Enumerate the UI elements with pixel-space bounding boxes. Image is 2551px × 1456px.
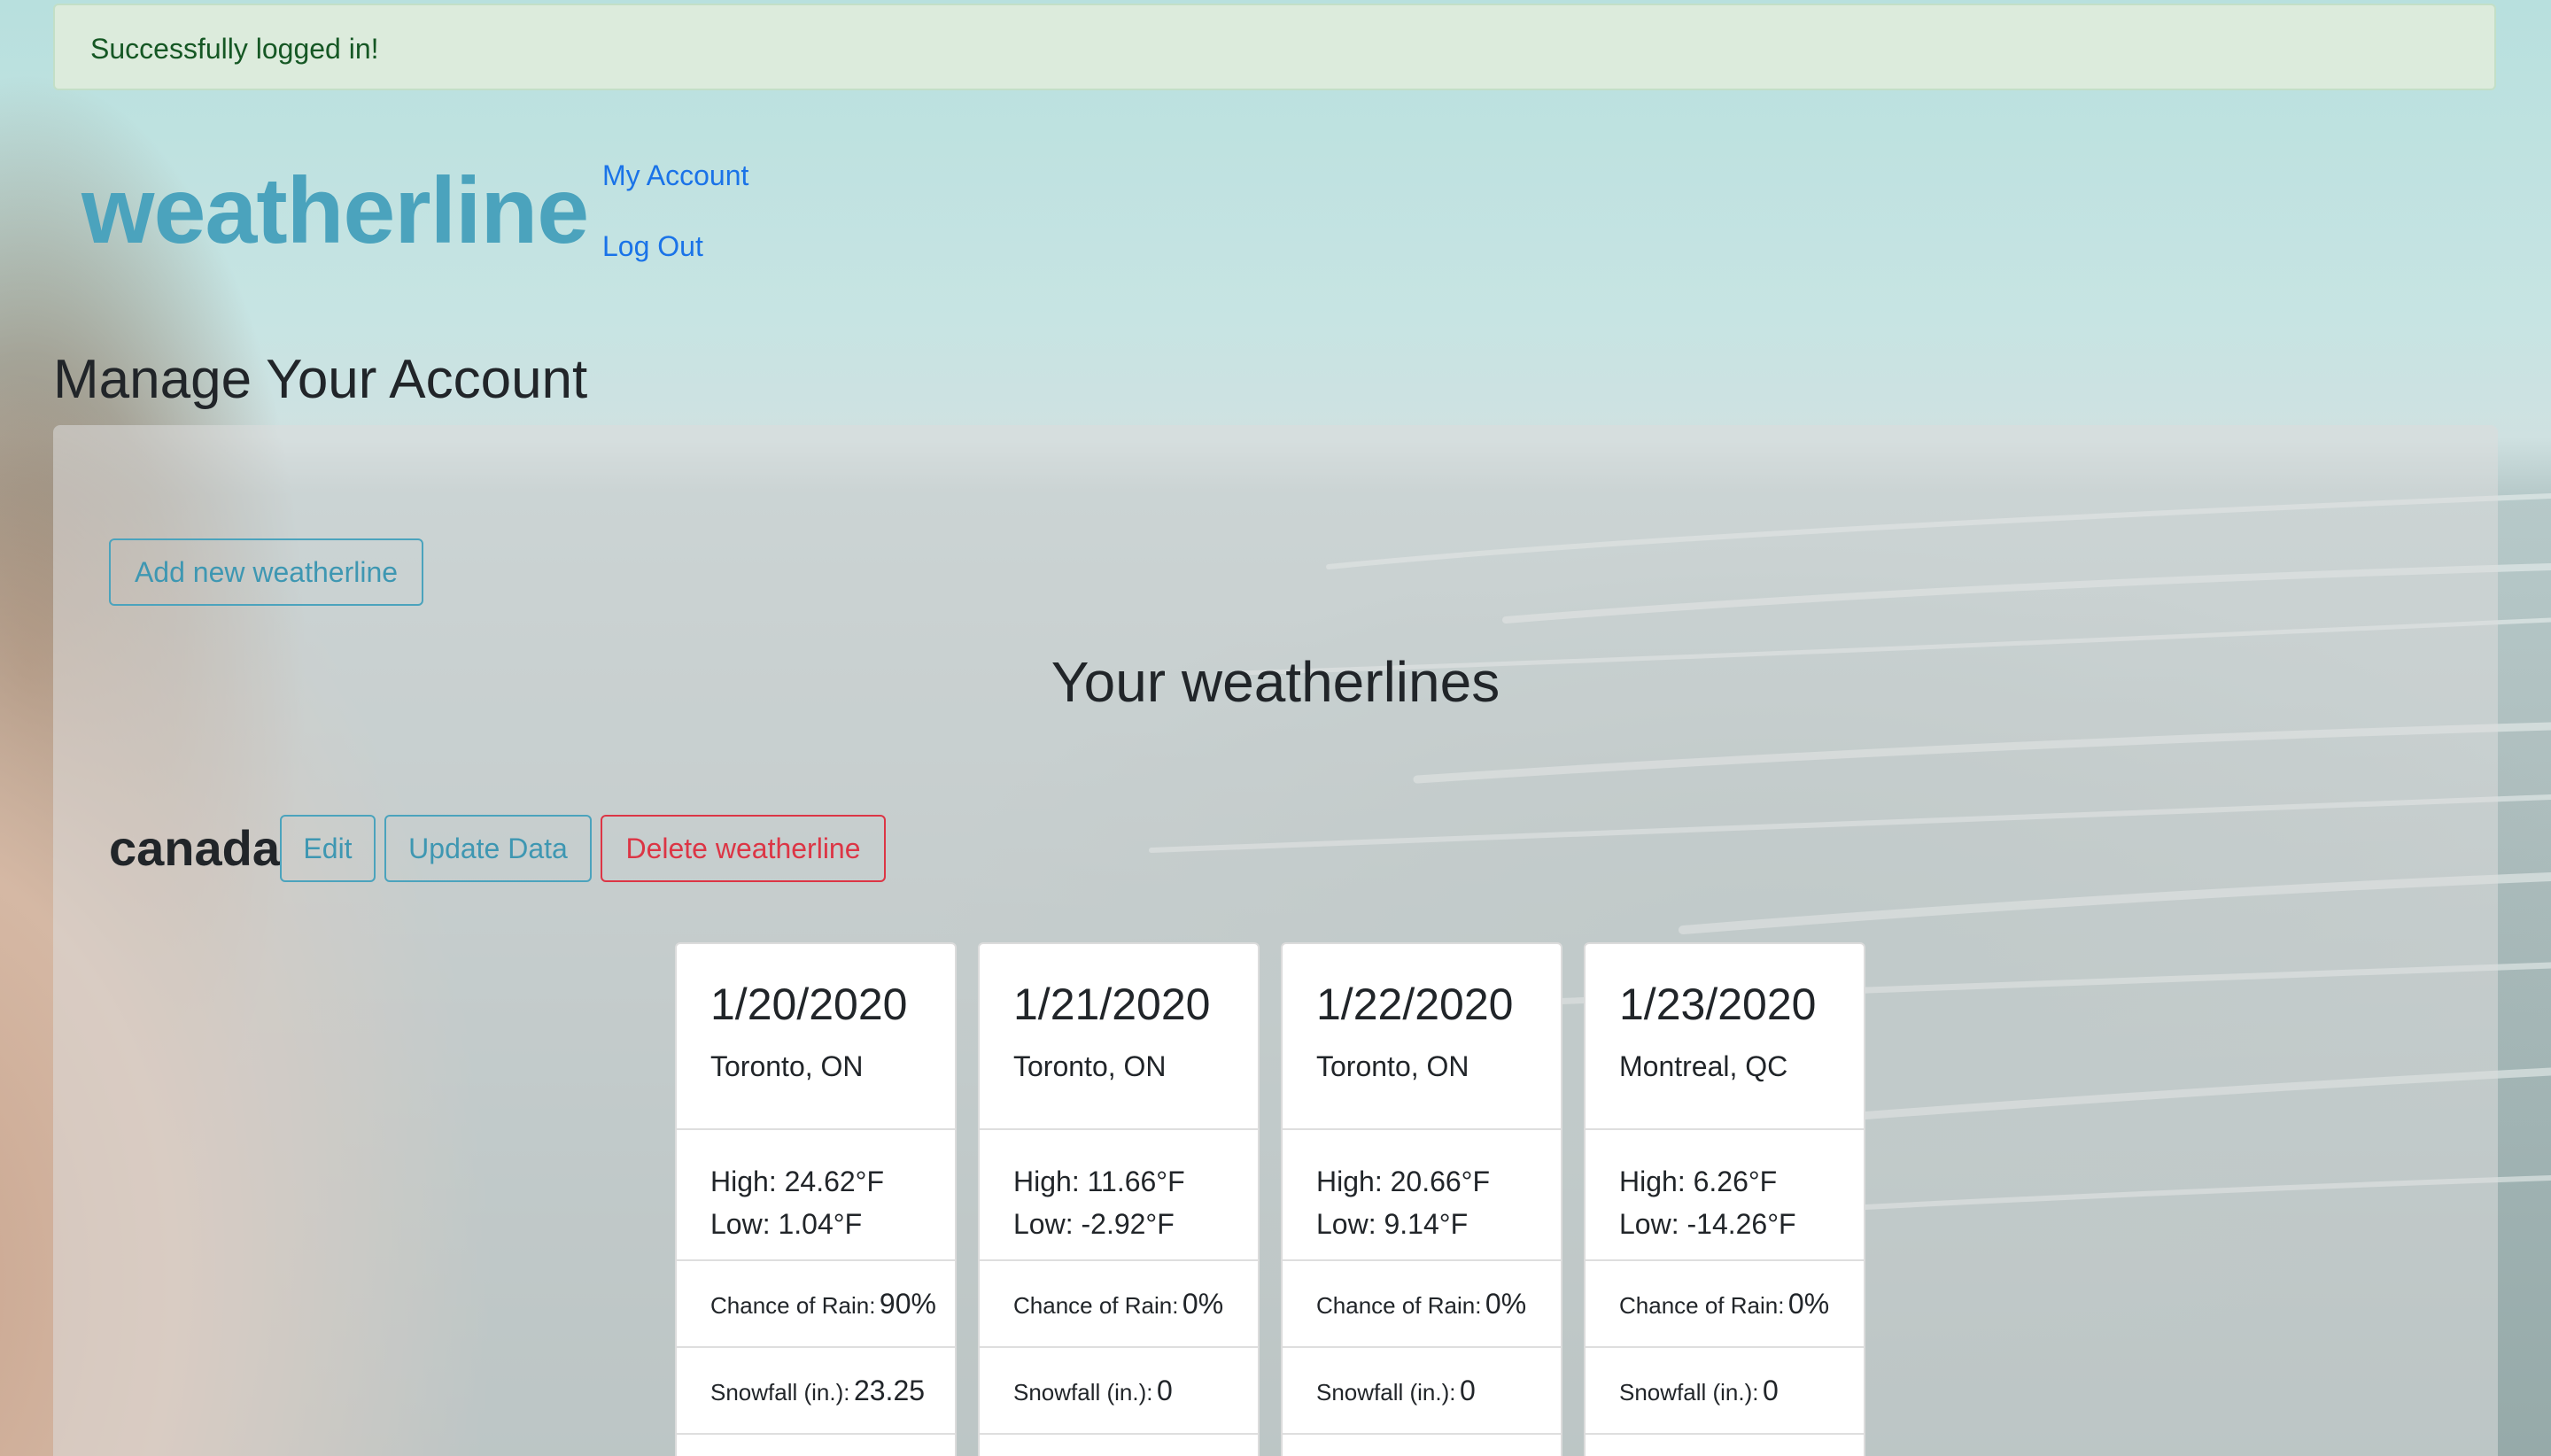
card-header: 1/23/2020 Montreal, QC [1586,944,1864,1130]
high-temp: High: 11.66°F [1013,1160,1258,1203]
weatherlines-heading: Your weatherlines [1051,650,1500,714]
add-weatherline-button[interactable]: Add new weatherline [109,538,423,606]
card-header: 1/22/2020 Toronto, ON [1283,944,1561,1130]
low-value: -14.26°F [1686,1208,1796,1240]
low-temp: Low: -2.92°F [1013,1203,1258,1245]
page-title: Manage Your Account [53,349,588,410]
page-content: Successfully logged in! weatherline My A… [0,0,2551,1456]
rain-value: 0% [1182,1288,1224,1320]
rain-value: 0% [1787,1288,1830,1320]
rain-label: Chance of Rain: [710,1292,876,1319]
snowfall-row: Snowfall (in.): 0 [1283,1348,1561,1435]
card-header: 1/21/2020 Toronto, ON [980,944,1258,1130]
snow-label: Snowfall (in.): [1619,1379,1759,1406]
high-value: 20.66°F [1390,1166,1491,1197]
snow-value: 0 [1156,1375,1173,1406]
high-label: High: [710,1166,777,1197]
weather-day-card: 1/23/2020 Montreal, QC High: 6.26°F Low:… [1584,942,1865,1456]
rain-chance-row: Chance of Rain: 0% [1586,1261,1864,1348]
weather-day-card: 1/21/2020 Toronto, ON High: 11.66°F Low:… [978,942,1260,1456]
rain-chance-row: Chance of Rain: 0% [1283,1261,1561,1348]
high-value: 11.66°F [1087,1166,1185,1197]
snowfall-row: Snowfall (in.): 23.25 [677,1348,955,1435]
card-temperatures: High: 6.26°F Low: -14.26°F [1586,1130,1864,1261]
brand-logo[interactable]: weatherline [81,158,589,264]
high-label: High: [1619,1166,1686,1197]
weatherline-name: canada [109,820,280,876]
card-location: Toronto, ON [1013,1050,1167,1082]
card-date: 1/21/2020 [1013,980,1211,1029]
snow-label: Snowfall (in.): [710,1379,850,1406]
high-label: High: [1316,1166,1383,1197]
low-label: Low: [710,1208,771,1240]
rain-chance-row: Chance of Rain: 0% [980,1261,1258,1348]
rain-label: Chance of Rain: [1013,1292,1179,1319]
weather-day-card: 1/20/2020 Toronto, ON High: 24.62°F Low:… [675,942,957,1456]
card-header: 1/20/2020 Toronto, ON [677,944,955,1130]
card-location: Toronto, ON [1316,1050,1469,1082]
rain-value: 90% [879,1288,936,1320]
card-location: Toronto, ON [710,1050,864,1082]
rain-label: Chance of Rain: [1619,1292,1785,1319]
low-label: Low: [1013,1208,1074,1240]
low-value: -2.92°F [1081,1208,1175,1240]
low-temp: Low: 1.04°F [710,1203,955,1245]
high-value: 24.62°F [784,1166,885,1197]
log-out-link[interactable]: Log Out [602,228,703,264]
high-temp: High: 6.26°F [1619,1160,1864,1203]
rain-label: Chance of Rain: [1316,1292,1482,1319]
card-date: 1/22/2020 [1316,980,1514,1029]
snow-value: 23.25 [853,1375,926,1406]
edit-weatherline-button[interactable]: Edit [280,815,376,882]
snow-label: Snowfall (in.): [1013,1379,1153,1406]
card-date: 1/20/2020 [710,980,908,1029]
my-account-link[interactable]: My Account [602,158,748,193]
snow-label: Snowfall (in.): [1316,1379,1456,1406]
rain-value: 0% [1485,1288,1527,1320]
weather-day-card: 1/22/2020 Toronto, ON High: 20.66°F Low:… [1281,942,1562,1456]
rain-chance-row: Chance of Rain: 90% [677,1261,955,1348]
low-temp: Low: 9.14°F [1316,1203,1561,1245]
card-temperatures: High: 11.66°F Low: -2.92°F [980,1130,1258,1261]
low-temp: Low: -14.26°F [1619,1203,1864,1245]
high-temp: High: 24.62°F [710,1160,955,1203]
low-label: Low: [1619,1208,1679,1240]
update-data-button[interactable]: Update Data [384,815,592,882]
high-label: High: [1013,1166,1080,1197]
login-success-alert: Successfully logged in! [53,4,2496,90]
snow-value: 0 [1762,1375,1779,1406]
low-label: Low: [1316,1208,1376,1240]
card-temperatures: High: 20.66°F Low: 9.14°F [1283,1130,1561,1261]
snowfall-row: Snowfall (in.): 0 [980,1348,1258,1435]
high-value: 6.26°F [1693,1166,1778,1197]
snow-value: 0 [1459,1375,1476,1406]
card-temperatures: High: 24.62°F Low: 1.04°F [677,1130,955,1261]
card-date: 1/23/2020 [1619,980,1817,1029]
low-value: 1.04°F [778,1208,863,1240]
low-value: 9.14°F [1384,1208,1469,1240]
delete-weatherline-button[interactable]: Delete weatherline [601,815,886,882]
snowfall-row: Snowfall (in.): 0 [1586,1348,1864,1435]
high-temp: High: 20.66°F [1316,1160,1561,1203]
card-location: Montreal, QC [1619,1050,1788,1082]
